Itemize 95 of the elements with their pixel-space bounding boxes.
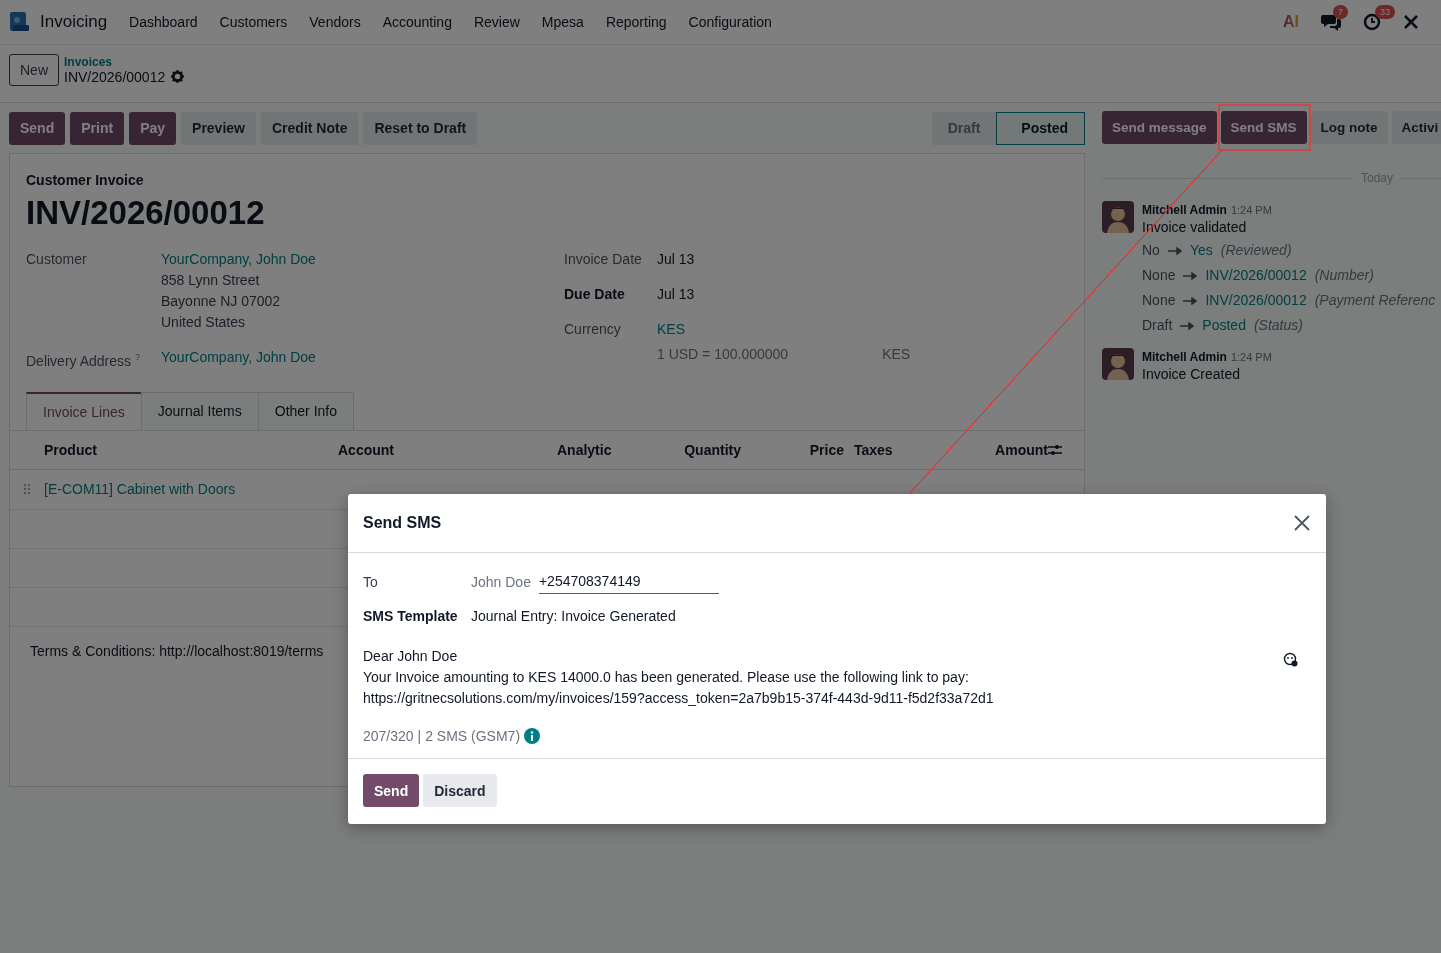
tab[interactable]: Invoice Lines [26, 391, 142, 430]
column-header[interactable]: Product [44, 441, 97, 458]
new-value: INV/2026/00012 [1205, 291, 1307, 310]
emoji-icon[interactable] [1283, 652, 1298, 667]
column-header[interactable]: Account [338, 441, 394, 458]
field-label: Due Date [564, 285, 626, 304]
old-value: None [1142, 266, 1176, 285]
sms-count: | 2 SMS (GSM7) [417, 728, 521, 744]
menu-item[interactable]: Dashboard [129, 14, 198, 30]
activity-count-badge: 33 [1375, 5, 1395, 19]
arrow-icon [1167, 246, 1182, 255]
action-button[interactable]: Pay [129, 111, 177, 145]
old-value: No [1142, 241, 1160, 260]
menu-item[interactable]: Reporting [605, 14, 667, 30]
field-name: (Reviewed) [1220, 241, 1292, 260]
avatar-icon[interactable] [1102, 201, 1134, 233]
chatter-button[interactable]: Send message [1102, 111, 1217, 144]
chatter-button[interactable]: Send SMS [1220, 111, 1307, 144]
app-logo-icon[interactable] [8, 11, 30, 33]
arrow-icon [1183, 296, 1198, 305]
column-settings-icon[interactable] [1048, 443, 1062, 456]
field-value: Jul 13 [657, 250, 696, 269]
old-value: None [1142, 291, 1176, 310]
action-button[interactable]: Send [9, 111, 66, 145]
product-link[interactable]: [E-COM11] Cabinet with Doors [44, 481, 236, 498]
chat-icon[interactable] [1321, 13, 1341, 31]
dialog-title: Send SMS [363, 514, 442, 532]
field-name: (Number) [1314, 266, 1374, 285]
new-button[interactable]: New [9, 53, 59, 86]
recipient-name: John Doe [471, 573, 531, 590]
currency-link[interactable]: KES [657, 319, 1084, 340]
column-header[interactable]: Amount [995, 441, 1048, 458]
message-time: 1:24 PM [1230, 204, 1272, 216]
rate-currency: KES [882, 345, 911, 364]
field-label: Invoice Date [564, 250, 643, 269]
invoice-title: INV/2026/00012 [25, 194, 266, 232]
field-label: Customer [26, 250, 88, 269]
menu-item[interactable]: Vendors [309, 14, 361, 30]
status-step[interactable]: Posted [996, 111, 1085, 145]
status-step[interactable]: Draft [931, 111, 997, 145]
app-name: Invoicing [40, 12, 108, 32]
exchange-rate: 1 USD = 100.000000 [657, 345, 789, 364]
field-label: To [363, 573, 379, 590]
message-time: 1:24 PM [1230, 351, 1272, 363]
message-author[interactable]: Mitchell Admin [1142, 350, 1227, 364]
dialog-button[interactable]: Discard [423, 774, 497, 807]
field-label: SMS Template [363, 608, 459, 624]
new-value: INV/2026/00012 [1205, 266, 1307, 285]
chatter-button[interactable]: Log note [1310, 111, 1388, 144]
action-button[interactable]: Credit Note [261, 111, 359, 145]
arrow-icon [1180, 321, 1195, 330]
address-line: 858 Lynn Street [161, 271, 261, 290]
action-button[interactable]: Print [70, 111, 125, 145]
menu-item[interactable]: Review [473, 14, 520, 30]
field-name: (Status) [1253, 316, 1303, 335]
arrow-icon [1183, 271, 1198, 280]
menu-item[interactable]: Mpesa [541, 14, 584, 30]
field-name: (Payment Referenc [1314, 291, 1436, 310]
address-line: United States [161, 313, 247, 332]
dialog-button[interactable]: Send [363, 774, 420, 807]
new-value: Posted [1202, 316, 1246, 335]
menu-item[interactable]: Accounting [382, 14, 452, 30]
info-icon[interactable] [524, 728, 541, 744]
terms-text: Terms & Conditions: http://localhost:8019/terms [30, 642, 324, 659]
message-text: Invoice Created [1142, 365, 1242, 384]
field-value: Jul 13 [657, 285, 696, 304]
record-name: INV/2026/00012 [64, 68, 166, 85]
menu-item[interactable]: Customers [219, 14, 288, 30]
menu-item[interactable]: Configuration [688, 14, 772, 30]
field-label: Delivery Address $^{?}$ [26, 351, 141, 371]
breadcrumb-link[interactable]: Invoices [64, 54, 185, 69]
old-value: Draft [1142, 316, 1173, 335]
avatar-icon[interactable] [1102, 348, 1134, 380]
template-value[interactable]: Journal Entry: Invoice Generated [471, 608, 1311, 624]
field-label: Currency [564, 320, 622, 339]
chatter-button[interactable]: Activi [1391, 111, 1441, 144]
column-header[interactable]: Analytic [557, 441, 612, 458]
action-button[interactable]: Reset to Draft [363, 111, 478, 145]
column-header[interactable]: Taxes [854, 441, 893, 458]
address-line: Bayonne NJ 07002 [161, 292, 282, 311]
clock-icon[interactable] [1363, 13, 1381, 31]
drag-handle-icon[interactable] [23, 483, 31, 496]
delivery-address-link[interactable]: YourCompany, John Doe [161, 347, 564, 372]
settings-icon[interactable] [171, 70, 185, 83]
form-subtitle: Customer Invoice [25, 172, 145, 188]
column-header[interactable]: Price [809, 441, 844, 458]
character-count: 207/320 [363, 728, 414, 744]
message-count-badge: 7 [1333, 5, 1348, 19]
close-icon[interactable] [1294, 515, 1310, 531]
action-button[interactable]: Preview [181, 111, 256, 145]
message-field[interactable]: Dear John Doe Your Invoice amounting to KES 14000.0 has been generated. Please use the following link to pay: https://gritnecsolutions.com/my/invoices/159?access_token=2a7b9b15-374f-443d-9d11-f5d2f33a72d1 [363, 646, 994, 709]
customer-link[interactable]: YourCompany, John Doe [161, 249, 564, 270]
new-value: Yes [1189, 241, 1213, 260]
tab[interactable]: Other Info [257, 391, 355, 430]
column-header[interactable]: Quantity [684, 441, 741, 458]
